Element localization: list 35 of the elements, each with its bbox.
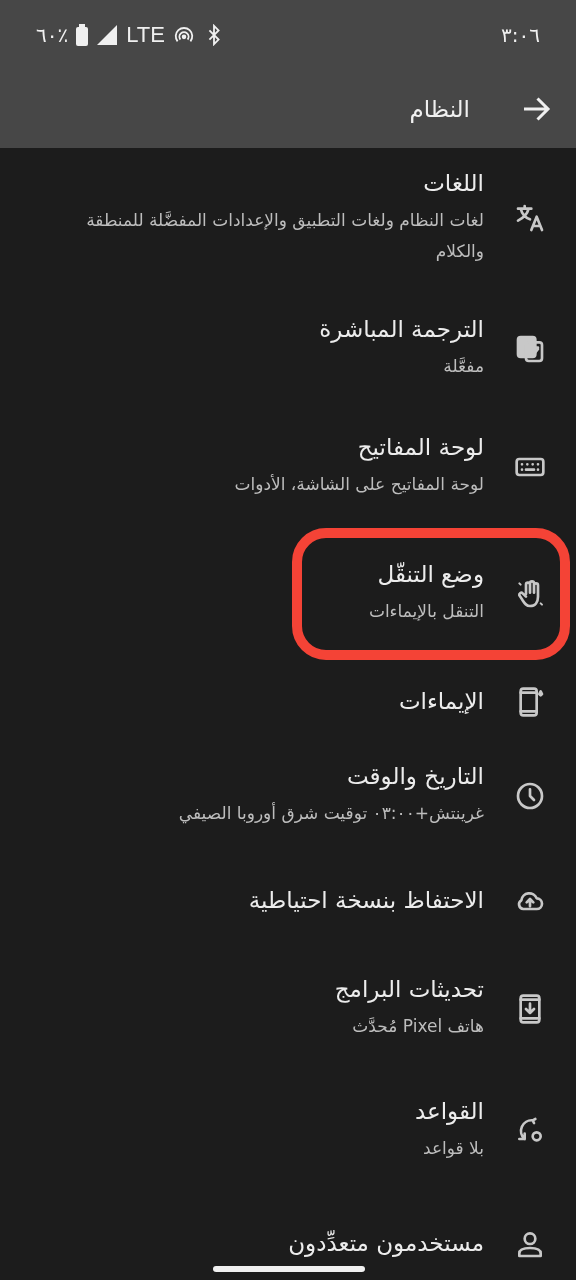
settings-item[interactable]: مستخدمون متعدِّدون <box>0 1194 576 1280</box>
item-title: الترجمة المباشرة <box>319 315 484 345</box>
page-title: النظام <box>409 96 470 122</box>
item-title: مستخدمون متعدِّدون <box>288 1229 484 1259</box>
item-title: التاريخ والوقت <box>346 762 484 792</box>
settings-item[interactable]: الترجمة المباشرة مفعَّلة <box>0 288 576 410</box>
item-title: الاحتفاظ بنسخة احتياطية <box>248 886 484 916</box>
settings-item[interactable]: الإيماءات <box>0 664 576 740</box>
network-type: LTE <box>126 22 165 48</box>
item-title: تحديثات البرامج <box>334 975 484 1005</box>
settings-item[interactable]: القواعد بلا قواعد <box>0 1068 576 1194</box>
item-subtitle: مفعَّلة <box>442 355 484 379</box>
item-subtitle: لوحة المفاتيح على الشاشة، الأدوات <box>234 473 484 497</box>
battery-percentage: ٦٠٪ <box>36 23 69 47</box>
clock-icon <box>514 780 546 812</box>
item-title: اللغات <box>422 168 484 198</box>
signal-icon <box>96 24 119 46</box>
item-title: القواعد <box>414 1097 484 1127</box>
item-subtitle: غرينتش+٠٣:٠٠ توقيت شرق أوروبا الصيفي <box>178 801 484 826</box>
item-subtitle: التنقل بالإيماءات <box>368 600 484 624</box>
item-title: الإيماءات <box>398 687 484 717</box>
item-subtitle: لغات النظام ولغات التطبيق والإعدادات المفضَّلة للمنطقة والكلام <box>85 208 484 263</box>
settings-item[interactable]: وضع التنقّل التنقل بالإيماءات <box>0 524 576 664</box>
item-subtitle: بلا قواعد <box>422 1137 484 1161</box>
settings-item[interactable]: الاحتفاظ بنسخة احتياطية <box>0 852 576 950</box>
settings-item[interactable]: التاريخ والوقت غرينتش+٠٣:٠٠ توقيت شرق أوروبا الصيفي <box>0 740 576 852</box>
item-title: وضع التنقّل <box>376 560 484 590</box>
translate-icon <box>514 202 546 234</box>
settings-item[interactable]: تحديثات البرامج هاتف Pixel مُحدَّث <box>0 950 576 1068</box>
settings-item[interactable]: لوحة المفاتيح لوحة المفاتيح على الشاشة، الأدوات <box>0 410 576 524</box>
battery-icon <box>76 24 89 46</box>
settings-item[interactable]: اللغات لغات النظام ولغات التطبيق والإعدادات المفضَّلة للمنطقة والكلام <box>0 148 576 288</box>
item-subtitle: هاتف Pixel مُحدَّث <box>351 1015 484 1039</box>
clock-time: ٣:٠٦ <box>501 23 540 47</box>
item-title: لوحة المفاتيح <box>356 433 484 463</box>
